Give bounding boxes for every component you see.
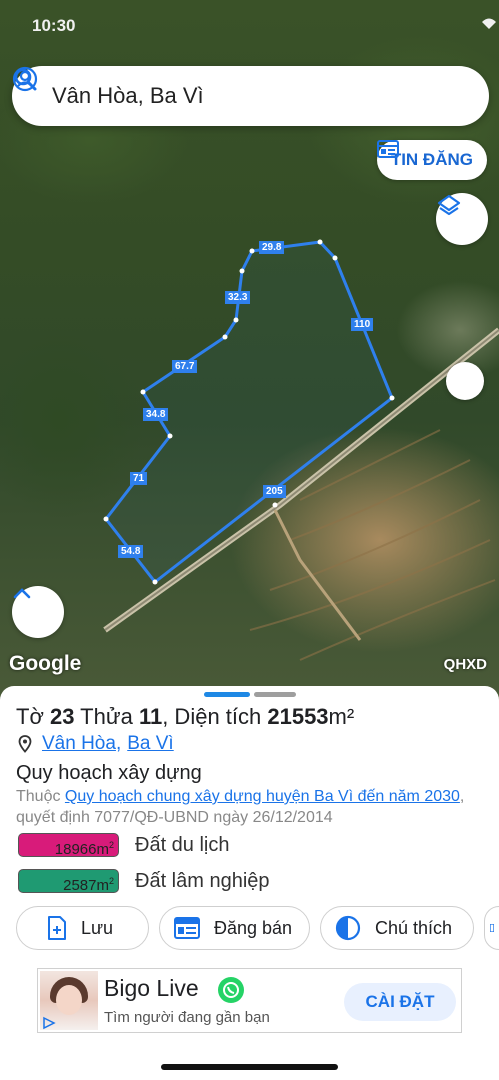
plan-link[interactable]: Quy hoạch chung xây dựng huyện Ba Vì đến… xyxy=(65,788,460,805)
contrast-icon xyxy=(335,915,361,941)
expand-button[interactable] xyxy=(12,586,64,638)
search-query[interactable]: Vân Hòa, Ba Vì xyxy=(52,83,471,109)
legend-swatch: 2587m2 xyxy=(18,869,119,894)
legend-label: Đất lâm nghiệp xyxy=(135,869,270,892)
chat-app-icon xyxy=(218,977,244,1003)
edge-label: 110 xyxy=(351,318,374,331)
listings-button[interactable]: TIN ĐĂNG xyxy=(376,140,487,180)
search-bar[interactable]: Vân Hòa, Ba Vì xyxy=(12,66,489,126)
edge-label: 32.3 xyxy=(225,291,251,304)
home-indicator[interactable] xyxy=(161,1064,338,1070)
edge-label: 71 xyxy=(130,472,148,485)
edge-label: 34.8 xyxy=(143,408,169,421)
save-button[interactable]: Lưu xyxy=(16,906,149,950)
parcel-title: Tờ 23 Thửa 11, Diện tích 21553m² xyxy=(16,704,355,729)
parcel-info-sheet: Tờ 23 Thửa 11, Diện tích 21553m² Vân Hòa… xyxy=(0,686,499,966)
edge-label: 205 xyxy=(263,485,286,498)
planning-description: Thuộc Quy hoạch chung xây dựng huyện Ba … xyxy=(16,788,465,826)
install-button[interactable]: CÀI ĐẶT xyxy=(344,983,456,1021)
ad-tagline: Tìm người đang gần bạn xyxy=(104,1009,270,1026)
ad-banner[interactable]: Bigo Live Tìm người đang gần bạn CÀI ĐẶT xyxy=(37,968,462,1033)
post-for-sale-button[interactable]: Đăng bán xyxy=(159,906,310,950)
edge-label: 54.8 xyxy=(118,545,144,558)
legend-swatch: 18966m2 xyxy=(18,833,119,858)
location-marker[interactable] xyxy=(446,362,484,400)
ad-container: Bigo Live Tìm người đang gần bạn CÀI ĐẶT xyxy=(0,962,499,1080)
more-actions-button[interactable] xyxy=(484,906,499,950)
listing-icon xyxy=(376,140,399,158)
land-use-row-tourism: 18966m2 Đất du lịch xyxy=(18,833,230,858)
location-separator: , xyxy=(115,733,122,754)
layers-icon xyxy=(437,194,461,216)
edge-label: 67.7 xyxy=(172,360,198,373)
ad-app-name: Bigo Live xyxy=(104,975,199,1001)
location-pin-icon xyxy=(18,735,32,753)
commune-link[interactable]: Vân Hòa xyxy=(42,733,116,755)
planning-section-title: Quy hoạch xây dựng xyxy=(16,762,202,784)
layers-button[interactable] xyxy=(436,193,488,245)
district-link[interactable]: Ba Vì xyxy=(127,733,173,755)
layer-label: QHXD xyxy=(443,656,487,673)
legend-label: Đất du lịch xyxy=(135,833,230,856)
action-bar: Lưu Đăng bán Chú thích xyxy=(16,906,499,950)
listings-label: TIN ĐĂNG xyxy=(390,150,473,169)
parcel-location: Vân Hòa , Ba Vì xyxy=(18,733,174,755)
listing-icon xyxy=(174,917,200,939)
satellite-map[interactable]: 29.8 110 32.3 67.7 34.8 71 205 54.8 10:3… xyxy=(0,0,499,700)
add-document-icon xyxy=(490,924,494,932)
land-use-row-forestry: 2587m2 Đất lâm nghiệp xyxy=(18,869,270,894)
add-document-icon xyxy=(48,916,66,940)
chevron-up-icon xyxy=(13,588,31,599)
sheet-handle[interactable] xyxy=(204,692,250,697)
search-icon[interactable] xyxy=(12,66,38,92)
ad-choices-icon[interactable] xyxy=(42,1016,56,1030)
google-logo: Google xyxy=(9,652,82,675)
sheet-handle-secondary[interactable] xyxy=(254,692,296,697)
status-time: 10:30 xyxy=(32,16,76,35)
edge-label: 29.8 xyxy=(259,241,285,254)
legend-button[interactable]: Chú thích xyxy=(320,906,474,950)
